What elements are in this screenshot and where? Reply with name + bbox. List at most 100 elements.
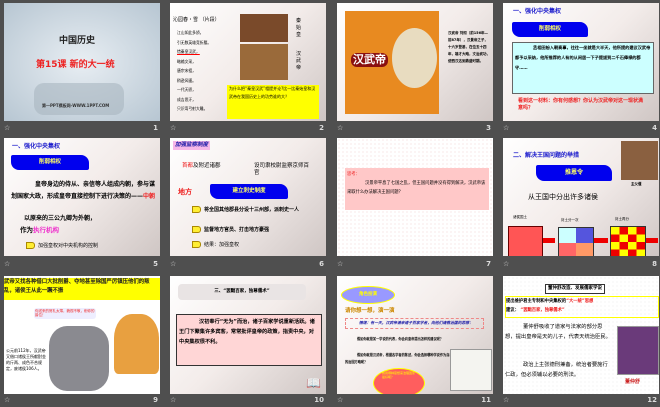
section-heading: 董仲舒改造、发展儒家学说 [545, 284, 605, 294]
proposal-highlight: “罢黜百家，独尊儒术” [520, 308, 565, 313]
think-label: 思考： [347, 172, 360, 177]
role-play-badge: 角色扮演 [341, 286, 395, 304]
slide-number: 12 [647, 396, 657, 404]
slide-transition-icon[interactable]: ☆ [4, 260, 10, 268]
proposal-line-2: 建议： “罢黜百家，独尊儒术” [506, 306, 658, 315]
slide-number: 9 [153, 396, 158, 404]
section-heading: 一、强化中央集权 [513, 8, 562, 15]
emperor-illustration [114, 314, 159, 374]
slide-number: 4 [652, 124, 657, 132]
nobles-illustration [49, 326, 109, 391]
slide-transition-icon[interactable]: ☆ [337, 260, 343, 268]
poem-line: 惜秦皇汉武， [177, 49, 200, 54]
poem-line: 一代天骄， [177, 87, 196, 92]
territory-whole [508, 226, 543, 256]
slide-subtitle: 第15课 新的大一统 [36, 60, 115, 70]
exec-body: 执行机构 [33, 226, 59, 234]
main-text: 从王国中分出许多诸侯 [528, 193, 598, 201]
slide-thumbnail-11[interactable]: 角色扮演 请你想一想，演一演 情境：有一天，汉武帝请来诸子百家学者，向他们请教治… [337, 276, 493, 394]
slide-thumbnail-1[interactable]: 中国历史 第15课 新的大一统 第一PPT模板网-WWW.1PPT.COM [4, 3, 160, 121]
slide-transition-icon[interactable]: ☆ [4, 124, 10, 132]
han-wudi-portrait [392, 28, 437, 88]
slide-thumbnail-10[interactable]: 三、“罢黜百家，独尊儒术” 汉初奉行“无为”而治，诸子百家学说重新活跃。诸王门下… [170, 276, 326, 394]
slide-number: 6 [319, 260, 324, 268]
flag-label: 推恩令 [536, 165, 612, 181]
exec-prefix: 作为 [20, 226, 33, 234]
section-heading: 一、强化中央集权 [12, 143, 61, 150]
slide-thumbnail-3[interactable]: 汉武帝 汉武帝 刘彻（前156年—前87年），汉景帝之子，十六岁登基，在位五十四… [337, 3, 493, 121]
slide-number: 1 [153, 124, 158, 132]
slide-thumbnail-5[interactable]: 一、强化中央集权 削弱相权 皇帝身边的侍从、亲信等人组成内朝，参与谋划国家大政，… [4, 138, 160, 256]
slide-number: 11 [481, 396, 491, 404]
inner-court: 中朝 [143, 193, 156, 200]
text-box: 汉初奉行“无为”而治，诸子百家学说重新活跃。诸王门下聚集许多宾客，常常批评皇帝的… [176, 314, 322, 366]
slide-thumbnail-2[interactable]: 沁园春・雪 （片段） 江山如此多娇， 引无数英雄竞折腰。 惜秦皇汉武， 略输文采， 唐宗… [170, 3, 326, 121]
proposal-text: 提出维护君主专制和中央集权的 [506, 299, 567, 304]
bullet-text: 结果：加强皇权 [204, 242, 240, 248]
capital-measure: 设司隶校尉监察京师百官 [254, 163, 310, 176]
arrow-icon [26, 242, 35, 249]
section-heading: 三、“罢黜百家，独尊儒术” [178, 284, 306, 300]
slide-transition-icon[interactable]: ☆ [170, 260, 176, 268]
section-heading: 加强监察制度 [173, 141, 211, 150]
stage-label: 封土再分 [615, 217, 629, 221]
proposal-box: 提出维护君主专制和中央集权的“大一统”思想 建议： “罢黜百家，独尊儒术” [505, 296, 659, 318]
portrait-caption: 主父偃 [631, 182, 642, 186]
material-box: 丞相田蚡入朝奏事，往往一坐就是大半天，他所提的建议汉武帝都予以采纳，他所推荐的人… [512, 42, 654, 94]
body-text-main: 皇帝身边的侍从、亲信等人组成内朝，参与谋划国家大政，形成皇帝直接控制下进行决策的… [11, 181, 156, 200]
slide-thumbnail-12[interactable]: 董仲舒改造、发展儒家学说 提出维护君主专制和中央集权的“大一统”思想 建议： “… [503, 276, 659, 394]
think-box: 思考： 汉景帝平息了七国之乱，但王国问题并没有得到解决，汉武帝该采取什么办法解决… [345, 168, 489, 210]
poem-lines: 江山如此多娇， 引无数英雄竞折腰。 惜秦皇汉武， 略输文采， 唐宗宋祖， 稍逊风骚。 一代天… [177, 28, 211, 114]
label-han: 汉武帝 [296, 51, 302, 71]
han-wudi-image [240, 44, 288, 80]
slide-transition-icon[interactable]: ☆ [170, 396, 176, 404]
bullet: 结果：加强皇权 [192, 241, 239, 248]
slide-thumbnail-4[interactable]: 一、强化中央集权 削弱相权 丞相田蚡入朝奏事，往往一坐就是大半天，他所提的建议汉… [503, 3, 659, 121]
arrow-icon [646, 238, 658, 243]
stage-label: 诸侯国土 [513, 215, 527, 219]
slide-thumbnail-9[interactable]: 武帝又找各种借口大批削爵、夺地甚至除国严厉镇压他们的叛乱，诸侯王从此一蹶不振 你… [4, 276, 160, 394]
side-text: 公元前112年，汉武帝又借口诸侯王所献酎金的斤两、成色不合规定，废诸侯106人。 [6, 348, 46, 371]
slide-number: 8 [652, 260, 657, 268]
slide-transition-icon[interactable]: ☆ [503, 396, 509, 404]
dong-zhongshu-portrait [617, 326, 659, 375]
poem-line: 江山如此多娇， [177, 30, 204, 35]
slide-number: 5 [153, 260, 158, 268]
local-label: 地方 [178, 188, 192, 196]
bullet: 加强皇权对中央机构的控制 [26, 242, 98, 249]
flag-label: 削弱相权 [11, 155, 89, 170]
question-2: 假如你就是汉武帝，根据各学者的陈述，你会选择哪种学说作为自己的治国方略呢？ [345, 353, 453, 364]
bullet-text: 加强皇权对中央机构的控制 [38, 243, 99, 249]
label-qin: 秦始皇 [296, 18, 302, 38]
slide-transition-icon[interactable]: ☆ [503, 260, 509, 268]
slide-number: 2 [319, 124, 324, 132]
capital-label: 首都 [182, 163, 194, 169]
question-text: 看到这一材料：你有何感想？你认为汉武帝对这一现状满意吗？ [518, 98, 644, 111]
slide-transition-icon[interactable]: ☆ [4, 396, 10, 404]
capital-line: 首都及附近诸郡 [182, 163, 221, 170]
top-text: 武帝又找各种借口大批削爵、夺地甚至除国严厉镇压他们的叛乱，诸侯王从此一蹶不振 [4, 278, 160, 300]
exec-text: 作为执行机构 [20, 226, 59, 234]
thought-bubble: 我用哪种思想来治理国家最好呢？ [373, 368, 425, 394]
arrow-icon [543, 238, 555, 243]
zhufu-yan-portrait [621, 141, 658, 180]
slide-transition-icon[interactable]: ☆ [170, 124, 176, 132]
flag-label: 削弱相权 [512, 22, 588, 37]
slide-thumbnail-7[interactable]: 思考： 汉景帝平息了七国之乱，但王国问题并没有得到解决，汉武帝该采取什么办法解决… [337, 138, 493, 256]
slide-transition-icon[interactable]: ☆ [337, 396, 343, 404]
arrow-icon [192, 226, 201, 233]
proposal-highlight: “大一统”思想 [566, 299, 594, 304]
question-box: 为什么把“秦皇汉武”相提并论?比一比秦始皇和汉武帝在我国历史上的功劳谁的大？ [227, 85, 319, 119]
capital-region: 及附近诸郡 [193, 163, 221, 169]
slide-thumbnail-6[interactable]: 加强监察制度 首都及附近诸郡 设司隶校尉监察京师百官 地方 建立刺史制度 将全国… [170, 138, 326, 256]
paragraph-2: 政治上主张德刑兼备，统治者要施行仁政，但必须辅以必要的刑法。 [505, 362, 608, 378]
qin-shihuang-image [240, 14, 288, 42]
bullet-text: 监督地方官员、打击地方豪强 [204, 227, 270, 233]
slide-transition-icon[interactable]: ☆ [503, 124, 509, 132]
speech-bubble: 你送来的贺礼太薄，藐视不敬，削你的爵位！ [34, 308, 96, 319]
slide-thumbnail-8[interactable]: 二、解决王国问题的举措 推恩令 主父偃 从王国中分出许多诸侯 诸侯国土 封土分一… [503, 138, 659, 256]
emperor-sketch [450, 349, 492, 391]
slide-transition-icon[interactable]: ☆ [337, 124, 343, 132]
section-heading: 二、解决王国问题的举措 [513, 152, 580, 159]
bullet: 将全国其他郡县分设十三州部，派刺史一人 [192, 206, 324, 213]
